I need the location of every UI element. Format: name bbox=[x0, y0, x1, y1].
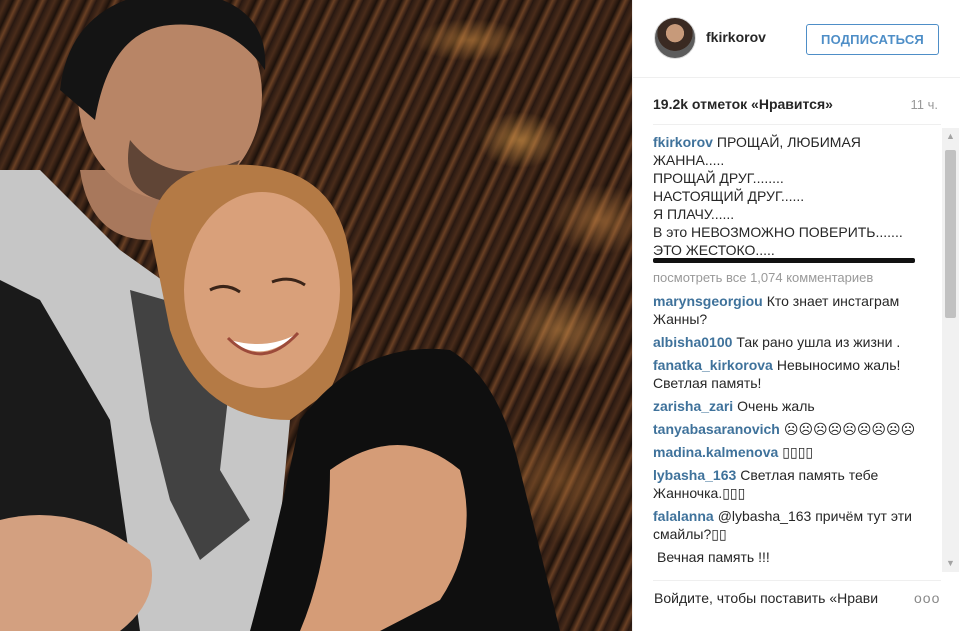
more-options-icon[interactable]: ооо bbox=[914, 590, 940, 606]
comment-item: Вечная память !!! bbox=[653, 548, 947, 566]
scroll-up-arrow-icon[interactable]: ▲ bbox=[942, 128, 959, 145]
comment-item: tanyabasaranovich ☹☹☹☹☹☹☹☹☹ bbox=[653, 420, 947, 438]
comment-username[interactable]: albisha0100 bbox=[653, 334, 732, 350]
caption-username[interactable]: fkirkorov bbox=[653, 134, 713, 150]
comment-text: Так рано ушла из жизни . bbox=[736, 334, 901, 350]
comment-item: lybasha_163 Светлая память тебе Жанночка.… bbox=[653, 466, 947, 502]
avatar[interactable] bbox=[654, 17, 696, 59]
comment-item: madina.kalmenova ▯▯▯▯ bbox=[653, 443, 947, 461]
caption-line: ПРОЩАЙ, ЛЮБИМАЯ bbox=[716, 134, 861, 150]
comment-username[interactable]: fanatka_kirkorova bbox=[653, 357, 773, 373]
comment-text: Вечная память !!! bbox=[657, 549, 770, 565]
comment-username[interactable]: marynsgeorgiou bbox=[653, 293, 763, 309]
scroll-down-arrow-icon[interactable]: ▼ bbox=[942, 555, 959, 572]
follow-button[interactable]: ПОДПИСАТЬСЯ bbox=[806, 24, 939, 55]
login-prompt-text: , чтобы поставить «Нрави bbox=[708, 590, 879, 606]
divider bbox=[653, 580, 941, 581]
comment-text: ☹☹☹☹☹☹☹☹☹ bbox=[783, 421, 916, 437]
login-link[interactable]: Войдите bbox=[654, 590, 709, 606]
comment-item: marynsgeorgiou Кто знает инстаграм Жанны? bbox=[653, 292, 947, 328]
comments-list: fkirkorov ПРОЩАЙ, ЛЮБИМАЯ ЖАННА..... ПРОЩ… bbox=[653, 132, 947, 570]
comment-item: albisha0100 Так рано ушла из жизни . bbox=[653, 333, 947, 351]
likes-row: 19.2k отметок «Нравится» 11 ч. bbox=[653, 96, 941, 116]
caption-line: ЭТО ЖЕСТОКО..... bbox=[653, 242, 775, 258]
post-footer: Войдите, чтобы поставить «Нрави ооо bbox=[654, 590, 954, 610]
scrollbar-thumb[interactable] bbox=[945, 150, 956, 318]
comments-scrollbar[interactable]: ▲ ▼ bbox=[942, 128, 959, 572]
likes-count[interactable]: 19.2k отметок «Нравится» bbox=[653, 96, 833, 112]
post-sidebar: fkirkorov ПОДПИСАТЬСЯ 19.2k отметок «Нра… bbox=[632, 0, 960, 631]
comment-username[interactable]: zarisha_zari bbox=[653, 398, 733, 414]
comment-username[interactable]: lybasha_163 bbox=[653, 467, 736, 483]
login-prompt: Войдите, чтобы поставить «Нрави bbox=[654, 590, 902, 606]
comment-text: ▯▯▯▯ bbox=[782, 444, 814, 460]
post-photo[interactable] bbox=[0, 0, 632, 631]
view-all-comments-link[interactable]: посмотреть все 1,074 комментариев bbox=[653, 269, 947, 287]
comment-item: zarisha_zari Очень жаль bbox=[653, 397, 947, 415]
caption-line: ПРОЩАЙ ДРУГ........ bbox=[653, 170, 784, 186]
photo-illustration bbox=[0, 0, 560, 631]
divider bbox=[653, 124, 941, 125]
comment-username[interactable]: tanyabasaranovich bbox=[653, 421, 780, 437]
caption-line: В это НЕВОЗМОЖНО ПОВЕРИТЬ....... bbox=[653, 224, 903, 240]
post-time[interactable]: 11 ч. bbox=[911, 97, 939, 112]
comment-text: Очень жаль bbox=[737, 398, 815, 414]
comment-username[interactable]: falalanna bbox=[653, 508, 714, 524]
caption-line: ЖАННА..... bbox=[653, 152, 725, 168]
caption-line: НАСТОЯЩИЙ ДРУГ...... bbox=[653, 188, 805, 204]
comment-item: falalanna @lybasha_163 причём тут эти сма… bbox=[653, 507, 947, 543]
comment-username[interactable]: madina.kalmenova bbox=[653, 444, 778, 460]
post-header: fkirkorov ПОДПИСАТЬСЯ bbox=[633, 0, 960, 78]
caption-line: Я ПЛАЧУ...... bbox=[653, 206, 735, 222]
comment-item: fanatka_kirkorova Невыносимо жаль! Светла… bbox=[653, 356, 947, 392]
author-username[interactable]: fkirkorov bbox=[706, 29, 766, 45]
caption-underline-mark bbox=[653, 258, 915, 263]
post-caption: fkirkorov ПРОЩАЙ, ЛЮБИМАЯ ЖАННА..... ПРОЩ… bbox=[653, 133, 947, 259]
